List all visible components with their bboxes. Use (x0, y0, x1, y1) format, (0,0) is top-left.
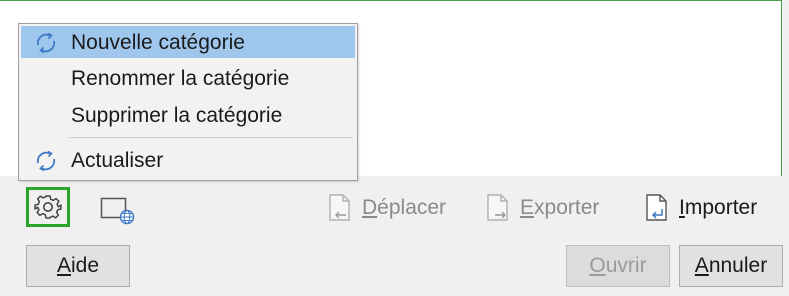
export-label-accel: E (520, 196, 535, 219)
move-button[interactable]: Déplacer (326, 191, 446, 225)
toolbar: Déplacer Exporter Importer (0, 183, 789, 233)
open-button[interactable]: Ouvrir (566, 245, 670, 287)
gear-icon (34, 195, 62, 219)
menu-item-label: Actualiser (71, 149, 164, 172)
menu-item-label: Supprimer la catégorie (71, 104, 283, 127)
move-label: éplacer (377, 196, 447, 219)
menu-separator (69, 137, 353, 138)
import-label: mporter (684, 196, 758, 219)
cancel-button[interactable]: Annuler (679, 245, 783, 287)
dialog-buttons: Aide Ouvrir Annuler (0, 234, 789, 290)
globe-window-icon[interactable] (100, 196, 136, 226)
menu-item-label: Renommer la catégorie (71, 67, 290, 90)
menu-item-rename-category[interactable]: Renommer la catégorie (21, 62, 355, 94)
refresh-icon (36, 32, 56, 54)
help-button[interactable]: Aide (26, 245, 130, 287)
menu-item-refresh[interactable]: Actualiser (21, 144, 355, 176)
move-label-accel: D (362, 196, 378, 219)
context-menu: Nouvelle catégorie Renommer la catégorie… (18, 23, 358, 181)
open-label: uvrir (605, 254, 647, 277)
settings-button[interactable] (26, 187, 70, 227)
open-label-accel: O (589, 254, 606, 277)
export-label: xporter (534, 196, 600, 219)
cancel-label: nnuler (708, 254, 768, 277)
move-document-icon (329, 194, 350, 221)
export-document-icon (487, 194, 508, 221)
export-button[interactable]: Exporter (484, 191, 599, 225)
menu-item-new-category[interactable]: Nouvelle catégorie (21, 26, 355, 58)
help-label-accel: A (56, 254, 71, 277)
import-button[interactable]: Importer (643, 191, 757, 225)
import-document-icon (646, 194, 667, 221)
menu-item-delete-category[interactable]: Supprimer la catégorie (21, 99, 355, 131)
help-label: ide (70, 254, 100, 277)
cancel-label-accel: A (694, 254, 709, 277)
refresh-icon (36, 150, 56, 172)
menu-item-label: Nouvelle catégorie (71, 31, 245, 54)
